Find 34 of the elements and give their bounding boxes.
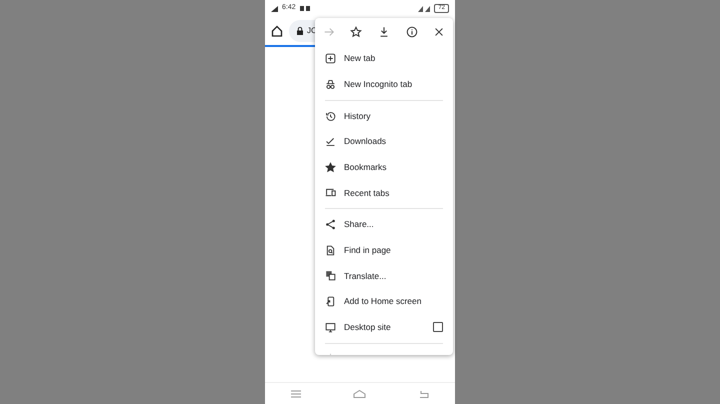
share-icon	[325, 219, 336, 230]
signal-icon	[271, 6, 278, 12]
arrow-icon	[322, 26, 335, 38]
checkmark-icon	[325, 136, 336, 148]
menu-item[interactable]: Translate...	[315, 263, 453, 289]
menu-item[interactable]: Recent tabs	[315, 180, 453, 206]
menu-item[interactable]: Add to Home screen	[315, 288, 453, 314]
info-icon	[406, 26, 418, 38]
star-icon	[350, 26, 362, 38]
lock-icon	[297, 27, 303, 35]
menu-item[interactable]: Bookmarks	[315, 154, 453, 180]
document-search-icon	[325, 244, 336, 256]
menu-item[interactable]: Find in page	[315, 238, 453, 264]
menu-item[interactable]: History	[315, 103, 453, 129]
monitor-icon	[325, 322, 336, 333]
translate-icon	[325, 270, 336, 282]
devices-icon	[325, 187, 336, 198]
close-icon	[433, 26, 446, 38]
plus-icon	[325, 53, 336, 64]
back-icon[interactable]	[418, 390, 429, 398]
history-icon	[325, 110, 336, 122]
home-icon[interactable]	[271, 25, 283, 37]
download-icon	[378, 26, 390, 38]
checkbox[interactable]	[433, 322, 443, 332]
menu-label: Desktop site	[344, 320, 391, 334]
menu-item[interactable]: Share...	[315, 212, 453, 238]
menu-item[interactable]: New tab	[315, 46, 453, 72]
menu-item[interactable]: New Incognito tab	[315, 72, 453, 98]
menu-item[interactable]: Downloads	[315, 128, 453, 155]
signal-icon	[418, 6, 430, 12]
star-icon	[325, 162, 336, 173]
spy-icon	[325, 78, 336, 90]
menu-icon[interactable]	[291, 390, 302, 398]
notification-icon	[300, 6, 310, 11]
